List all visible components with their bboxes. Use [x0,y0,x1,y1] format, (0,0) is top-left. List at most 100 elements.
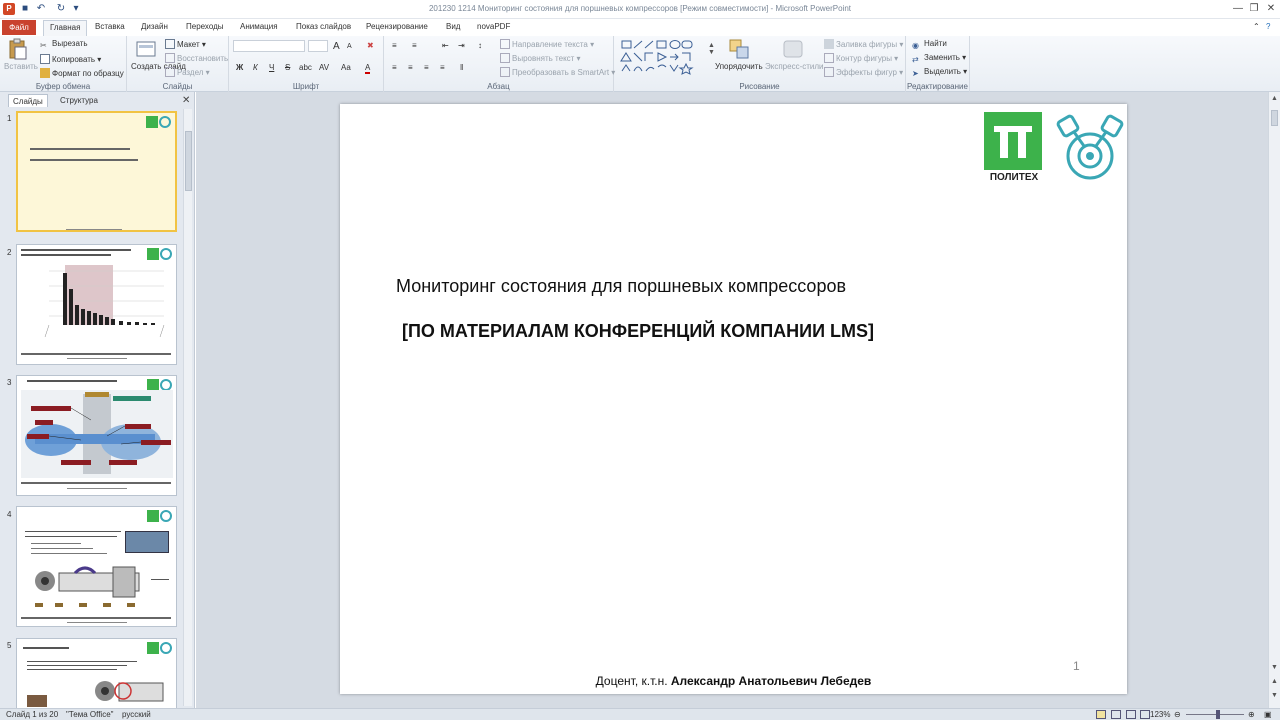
zoom-slider[interactable] [1186,714,1244,715]
minimize-icon[interactable]: — [1232,2,1244,16]
close-icon[interactable]: ✕ [1265,2,1277,16]
grow-font-button[interactable]: A [333,41,340,52]
shapes-more-icon[interactable]: ▲ ▼ [708,42,715,56]
tab-transitions[interactable]: Переходы [186,22,224,31]
line-spacing-icon[interactable]: ↕ [478,41,482,50]
tab-home[interactable]: Главная [43,20,88,36]
paste-icon[interactable] [6,38,28,60]
slide-scroll-thumb[interactable] [1271,110,1278,126]
slide-thumbnail-3[interactable] [16,375,177,496]
format-painter-button[interactable]: Формат по образцу [40,68,124,78]
numbering-icon[interactable]: ≡ [412,41,417,50]
panel-close-icon[interactable]: ✕ [182,95,190,106]
text-direction-button[interactable]: Направление текста ▾ [500,39,594,49]
align-left-icon[interactable]: ≡ [392,63,397,72]
zoom-slider-thumb[interactable] [1216,710,1220,719]
quick-styles-button[interactable]: Экспресс-стили [765,62,824,71]
theme-status[interactable]: "Тема Office" [66,710,114,719]
copy-button[interactable]: Копировать ▾ [40,54,101,64]
arrange-icon[interactable] [728,38,750,60]
restore-icon[interactable]: ❐ [1248,2,1260,16]
layout-button[interactable]: Макет ▾ [165,39,206,49]
panel-scroll-thumb[interactable] [185,131,192,191]
clear-format-icon[interactable]: ✖ [367,41,374,50]
shrink-font-button[interactable]: A [347,43,352,50]
underline-button[interactable]: Ч [269,63,274,72]
bold-button[interactable]: Ж [236,63,243,72]
reset-button[interactable]: Восстановить [165,53,228,63]
bullets-icon[interactable]: ≡ [392,41,397,50]
shape-outline-button[interactable]: Контур фигуры ▾ [824,53,898,63]
font-size-combo[interactable] [308,40,328,52]
char-spacing-button[interactable]: AV [319,63,329,72]
slide-thumbnail-4[interactable] [16,506,177,627]
tab-animation[interactable]: Анимация [240,22,278,31]
normal-view-icon[interactable] [1096,710,1106,719]
decrease-indent-icon[interactable]: ⇤ [442,41,449,50]
align-right-icon[interactable]: ≡ [424,63,429,72]
slide-canvas[interactable]: ПОЛИТЕХ Мониторинг состояния для поршнев… [340,104,1127,694]
tab-slides-panel[interactable]: Слайды [8,94,48,107]
shapes-gallery[interactable] [620,39,704,75]
shape-fill-button[interactable]: Заливка фигуры ▾ [824,39,903,49]
columns-icon[interactable]: ‖ [460,63,463,72]
zoom-in-icon[interactable]: ⊕ [1248,710,1255,719]
align-text-button[interactable]: Выровнять текст ▾ [500,53,581,63]
language-status[interactable]: русский [122,710,151,719]
select-button[interactable]: ➤ Выделить ▾ [912,67,967,79]
slide-number-1: 1 [7,114,12,123]
replace-button[interactable]: ⇄ Заменить ▾ [912,53,966,65]
shadow-button[interactable]: abc [299,63,312,72]
thumb-logo-icon [147,642,173,656]
smartart-button[interactable]: Преобразовать в SmartArt ▾ [500,67,615,77]
previous-slide-icon[interactable]: ▲ [1271,678,1278,685]
find-button[interactable]: ◉ Найти [912,39,947,51]
slide-thumbnail-5[interactable] [16,638,177,708]
section-button[interactable]: Раздел ▾ [165,67,210,77]
next-slide-icon[interactable]: ▼ [1271,692,1278,699]
scroll-up-icon[interactable]: ▲ [1271,95,1278,102]
slide-title[interactable]: Мониторинг состояния для поршневых компр… [396,276,846,297]
tab-outline-panel[interactable]: Структура [56,94,102,107]
zoom-level[interactable]: 123% [1150,710,1170,719]
tab-view[interactable]: Вид [446,22,460,31]
strikethrough-button[interactable]: S [285,63,290,72]
fit-to-window-icon[interactable]: ▣ [1264,710,1272,719]
ribbon: Вставить ✂ Вырезать Копировать ▾ Формат п… [0,36,1280,92]
align-center-icon[interactable]: ≡ [408,63,413,72]
arrange-button[interactable]: Упорядочить [715,62,763,71]
paste-button[interactable]: Вставить [4,62,38,71]
zoom-out-icon[interactable]: ⊖ [1174,710,1181,719]
tab-review[interactable]: Рецензирование [366,22,428,31]
reset-icon [165,53,175,63]
tab-slideshow[interactable]: Показ слайдов [296,22,351,31]
increase-indent-icon[interactable]: ⇥ [458,41,465,50]
section-label: Раздел [177,68,204,77]
font-name-combo[interactable] [233,40,305,52]
scroll-down-icon[interactable]: ▼ [1271,664,1278,671]
change-case-button[interactable]: Аа [341,63,351,72]
help-icon[interactable]: ? [1266,22,1270,31]
shape-effects-button[interactable]: Эффекты фигур ▾ [824,67,903,77]
quick-styles-icon[interactable] [782,38,804,60]
select-label: Выделить [924,67,961,76]
panel-scrollbar[interactable] [183,109,192,706]
reading-view-icon[interactable] [1126,710,1136,719]
ribbon-minimize-icon[interactable]: ⌃ [1253,22,1260,31]
tab-file[interactable]: Файл [2,20,36,35]
slide-subtitle[interactable]: [ПО МАТЕРИАЛАМ КОНФЕРЕНЦИЙ КОМПАНИИ LMS] [402,321,874,342]
font-color-button[interactable]: A [365,63,371,74]
cut-button[interactable]: ✂ Вырезать [40,39,88,51]
tab-design[interactable]: Дизайн [141,22,168,31]
new-slide-icon[interactable] [135,38,157,60]
slide-vertical-scrollbar[interactable]: ▲ ▼ ▲ ▼ [1268,92,1280,708]
slide-thumbnail-1[interactable] [16,111,177,232]
italic-button[interactable]: К [253,63,258,72]
slide-sorter-view-icon[interactable] [1111,710,1121,719]
slideshow-view-icon[interactable] [1140,710,1150,719]
tab-novapdf[interactable]: novaPDF [477,22,510,31]
tab-insert[interactable]: Вставка [95,22,125,31]
justify-icon[interactable]: ≡ [440,63,445,72]
slide-author[interactable]: Доцент, к.т.н. Александр Анатольевич Леб… [340,674,1127,688]
slide-thumbnail-2[interactable] [16,244,177,365]
